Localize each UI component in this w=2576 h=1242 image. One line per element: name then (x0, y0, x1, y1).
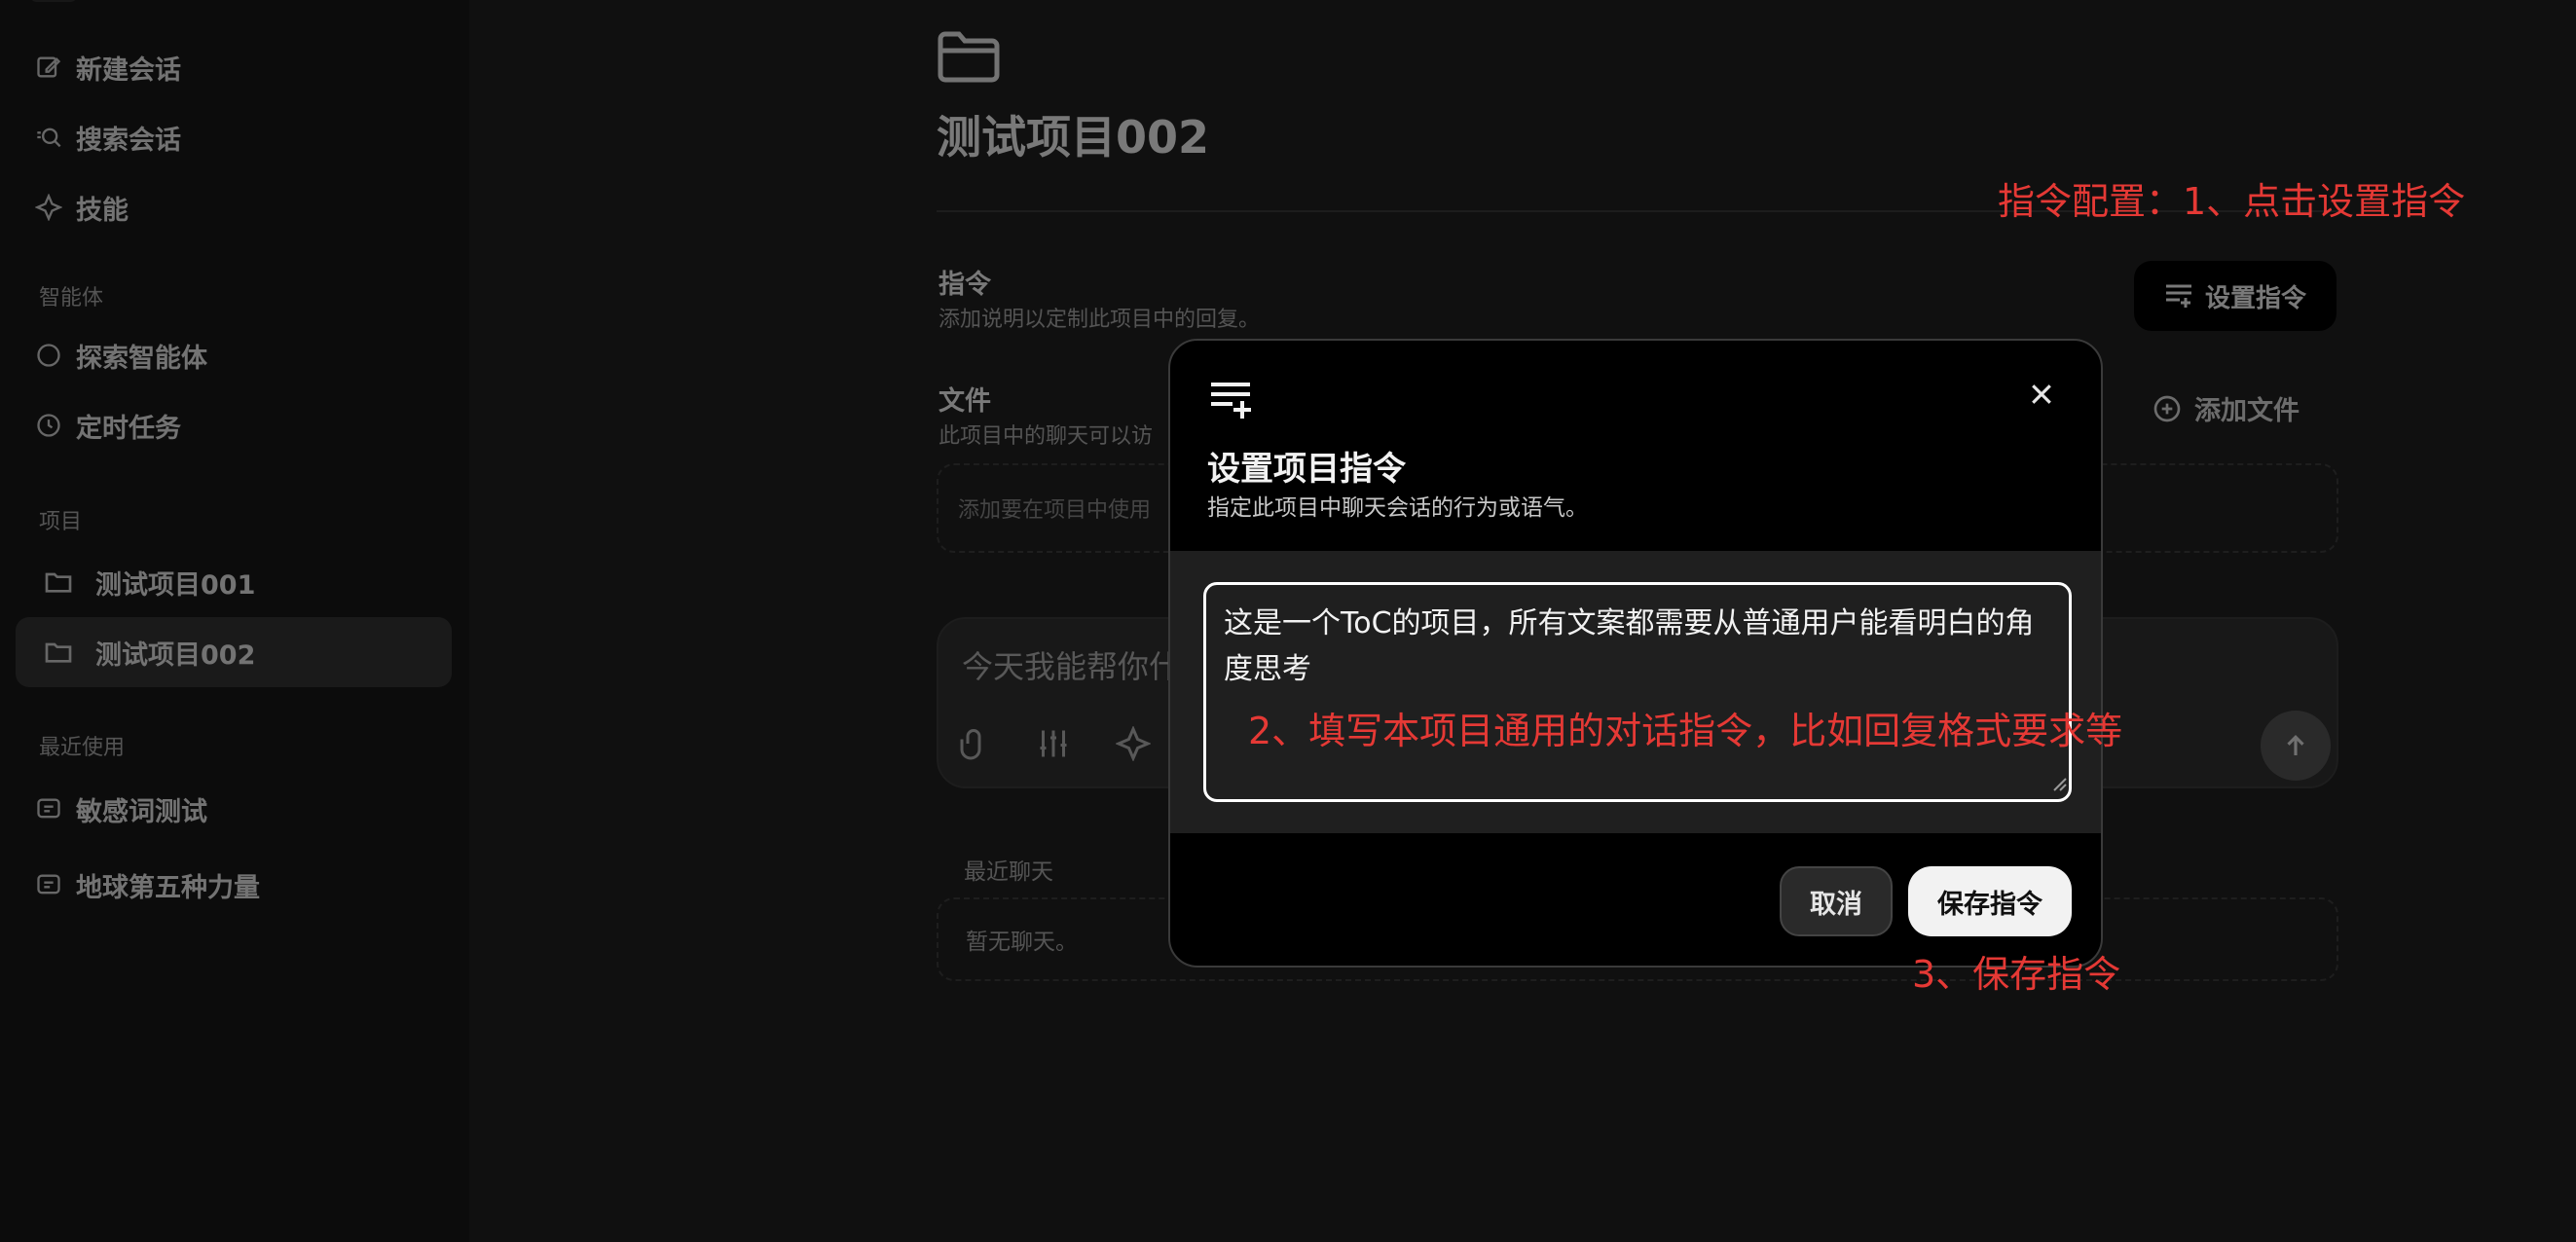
save-instructions-button[interactable]: 保存指令 (1908, 866, 2072, 936)
cancel-button[interactable]: 取消 (1780, 866, 1893, 936)
instructions-icon (1211, 383, 1251, 419)
annotation-step3: 3、保存指令 (1912, 953, 2121, 996)
dialog-title: 设置项目指令 (1207, 450, 1406, 489)
set-instructions-dialog: 设置项目指令 指定此项目中聊天会话的行为或语气。 这是一个ToC的项目，所有文案… (1168, 339, 2103, 968)
close-icon[interactable] (2027, 380, 2056, 409)
dialog-subtitle: 指定此项目中聊天会话的行为或语气。 (1207, 495, 1588, 521)
annotation-step2: 2、填写本项目通用的对话指令，比如回复格式要求等 (1248, 710, 2123, 752)
annotation-step1: 指令配置：1、点击设置指令 (1998, 180, 2466, 223)
instructions-textarea[interactable]: 这是一个ToC的项目，所有文案都需要从普通用户能看明白的角度思考 (1203, 582, 2072, 802)
resize-handle-icon[interactable] (2050, 775, 2068, 792)
